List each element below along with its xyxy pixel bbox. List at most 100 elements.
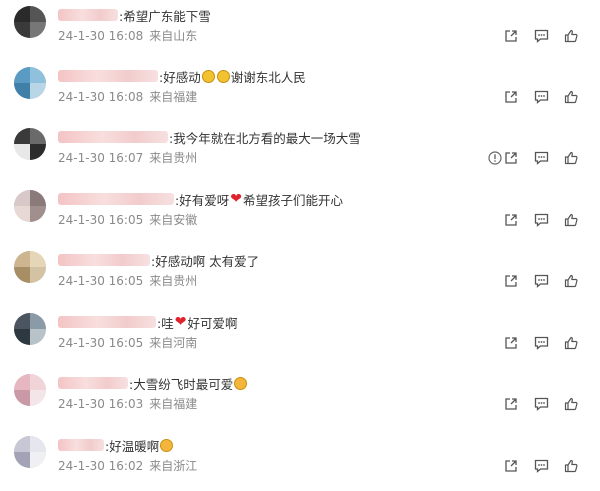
comment-body-cont: 好可爱啊 [187,315,238,331]
comment-body: :好感动啊 太有爱了 [151,253,260,269]
like-icon[interactable] [556,89,586,105]
avatar[interactable] [14,436,46,468]
comment-meta: 24-1-30 16:05 来自安徽 [58,211,197,228]
comment-body: :我今年就在北方看的最大一场大雪 [169,130,361,146]
comment-date: 24-1-30 16:05 [58,274,144,288]
share-icon[interactable] [496,396,526,412]
comment-source: 来自贵州 [149,274,198,288]
comment-source: 来自福建 [149,397,198,411]
comment-text: :好有爱呀 ❤ 希望孩子们能开心 [58,190,343,208]
comment-body-cont: 希望孩子们能开心 [242,192,343,208]
comment-item: :好感动啊 太有爱了 24-1-30 16:05 来自贵州 [0,245,600,306]
username-blurred[interactable] [58,9,118,21]
comment-source: 来自福建 [149,90,198,104]
share-icon[interactable] [496,212,526,228]
comment-actions [496,273,586,289]
avatar[interactable] [14,374,46,406]
avatar[interactable] [14,128,46,160]
comment-body: :好温暖啊 [105,438,160,454]
comment-date: 24-1-30 16:05 [58,336,144,350]
username-blurred[interactable] [58,377,128,389]
comment-icon[interactable] [526,28,556,44]
comment-actions [496,89,586,105]
comment-actions [496,396,586,412]
comment-icon[interactable] [526,458,556,474]
comment-item: :好温暖啊 24-1-30 16:02 来自浙江 [0,430,600,491]
comment-text: :我今年就在北方看的最大一场大雪 [58,128,361,146]
share-icon[interactable] [496,335,526,351]
report-icon[interactable] [488,150,504,166]
username-blurred[interactable] [58,193,174,205]
comment-source: 来自河南 [149,336,198,350]
like-icon[interactable] [556,150,586,166]
avatar[interactable] [14,313,46,345]
like-icon[interactable] [556,458,586,474]
comment-meta: 24-1-30 16:05 来自贵州 [58,272,197,289]
kiss-emoji-icon [160,438,174,452]
comment-text: :希望广东能下雪 [58,6,211,24]
comment-date: 24-1-30 16:08 [58,90,144,104]
comment-item: :希望广东能下雪 24-1-30 16:08 来自山东 [0,0,600,61]
comment-item: :哇 ❤ 好可爱啊 24-1-30 16:05 来自河南 [0,307,600,368]
comment-body-cont: 谢谢东北人民 [230,69,306,85]
comment-item: :好感动 谢谢东北人民 24-1-30 16:08 来自福建 [0,61,600,122]
comment-actions [496,28,586,44]
comment-date: 24-1-30 16:05 [58,213,144,227]
heart-emoji-icon: ❤ [174,314,187,330]
comment-text: :好感动啊 太有爱了 [58,251,259,269]
comment-text: :大雪纷飞时最可爱 [58,374,248,392]
comment-date: 24-1-30 16:02 [58,459,144,473]
share-icon[interactable] [496,458,526,474]
share-icon[interactable] [496,89,526,105]
avatar[interactable] [14,6,46,38]
comment-body: :好有爱呀 [175,192,230,208]
heart-emoji-icon: ❤ [230,191,242,207]
comment-icon[interactable] [526,335,556,351]
comment-icon[interactable] [526,150,556,166]
comment-actions [496,150,586,166]
comment-source: 来自浙江 [149,459,198,473]
share-icon[interactable] [496,28,526,44]
like-icon[interactable] [556,273,586,289]
username-blurred[interactable] [58,254,150,266]
avatar[interactable] [14,190,46,222]
comment-actions [496,212,586,228]
comment-meta: 24-1-30 16:08 来自山东 [58,27,197,44]
username-blurred[interactable] [58,131,168,143]
username-blurred[interactable] [58,316,156,328]
comment-body: :好感动 [159,69,201,85]
share-icon[interactable] [496,273,526,289]
comment-body: :希望广东能下雪 [119,8,211,24]
cry-emoji-icon [216,69,230,83]
comment-date: 24-1-30 16:03 [58,397,144,411]
comment-meta: 24-1-30 16:08 来自福建 [58,88,197,105]
comment-source: 来自贵州 [149,151,198,165]
comment-source: 来自安徽 [149,213,198,227]
comment-text: :哇 ❤ 好可爱啊 [58,313,237,331]
comment-text: :好温暖啊 [58,436,174,454]
comment-source: 来自山东 [149,29,198,43]
avatar[interactable] [14,67,46,99]
like-icon[interactable] [556,28,586,44]
like-icon[interactable] [556,335,586,351]
like-icon[interactable] [556,212,586,228]
comment-body: :大雪纷飞时最可爱 [129,376,234,392]
comment-date: 24-1-30 16:08 [58,29,144,43]
comment-meta: 24-1-30 16:05 来自河南 [58,334,197,351]
comment-icon[interactable] [526,212,556,228]
like-icon[interactable] [556,396,586,412]
kiss-emoji-icon [234,376,248,390]
comment-text: :好感动 谢谢东北人民 [58,67,306,85]
comment-icon[interactable] [526,89,556,105]
comment-meta: 24-1-30 16:03 来自福建 [58,395,197,412]
avatar[interactable] [14,251,46,283]
comment-body: :哇 [157,315,174,331]
username-blurred[interactable] [58,439,104,451]
comment-meta: 24-1-30 16:02 来自浙江 [58,457,197,474]
username-blurred[interactable] [58,70,158,82]
comment-date: 24-1-30 16:07 [58,151,144,165]
comment-meta: 24-1-30 16:07 来自贵州 [58,149,197,166]
comment-item: :大雪纷飞时最可爱 24-1-30 16:03 来自福建 [0,368,600,429]
comment-icon[interactable] [526,273,556,289]
comment-icon[interactable] [526,396,556,412]
